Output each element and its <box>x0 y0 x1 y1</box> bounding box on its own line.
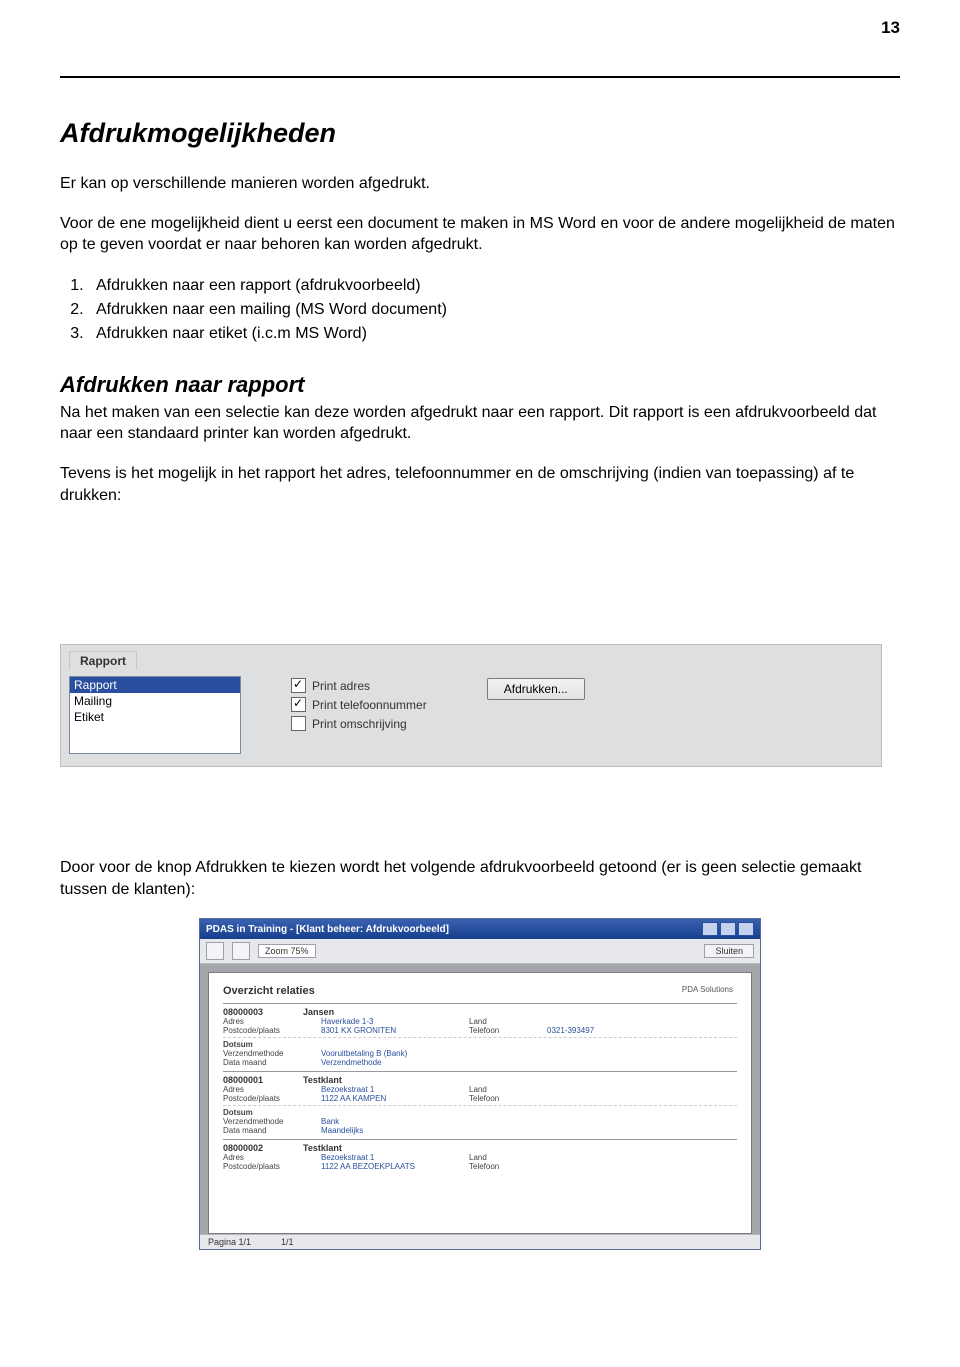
window-titlebar: PDAS in Training - [Klant beheer: Afdruk… <box>200 919 760 939</box>
field-label: Verzendmethode <box>223 1049 303 1058</box>
field-label: Telefoon <box>469 1026 529 1035</box>
checkbox-icon <box>291 697 306 712</box>
checkbox-print-telefoon[interactable]: Print telefoonnummer <box>291 697 427 712</box>
paragraph-after-panel: Door voor de knop Afdrukken te kiezen wo… <box>60 857 900 900</box>
field-value: 1122 AA KAMPEN <box>321 1094 451 1103</box>
field-label: Postcode/plaats <box>223 1162 303 1171</box>
print-icon[interactable] <box>206 942 224 960</box>
list-item: Afdrukken naar etiket (i.c.m MS Word) <box>88 322 900 346</box>
field-value: 0321-393497 <box>547 1026 647 1035</box>
listbox-item[interactable]: Mailing <box>70 693 240 709</box>
field-value <box>547 1094 647 1103</box>
field-value: Vooruitbetaling B (Bank) <box>321 1049 451 1058</box>
field-value <box>547 1153 647 1162</box>
field-value: Bezoekstraat 1 <box>321 1085 451 1094</box>
output-type-listbox[interactable]: Rapport Mailing Etiket <box>69 676 241 754</box>
window-title: PDAS in Training - [Klant beheer: Afdruk… <box>206 924 449 935</box>
field-value: Haverkade 1-3 <box>321 1017 451 1026</box>
intro-paragraph-2: Voor de ene mogelijkheid dient u eerst e… <box>60 213 900 256</box>
report-title: Overzicht relaties <box>223 985 737 997</box>
print-preview-window: PDAS in Training - [Klant beheer: Afdruk… <box>199 918 761 1250</box>
field-label: Verzendmethode <box>223 1117 303 1126</box>
zoom-dropdown[interactable]: Zoom 75% <box>258 944 316 958</box>
section-paragraph-1: Na het maken van een selectie kan deze w… <box>60 402 900 445</box>
close-preview-button[interactable]: Sluiten <box>704 944 754 958</box>
field-label: Telefoon <box>469 1094 529 1103</box>
tab-rapport[interactable]: Rapport <box>69 651 137 670</box>
field-label: Land <box>469 1153 529 1162</box>
status-page-right: 1/1 <box>281 1237 294 1247</box>
page-header-right: PDA Solutions <box>682 985 733 994</box>
listbox-item-selected[interactable]: Rapport <box>70 677 240 693</box>
checkbox-label: Print adres <box>312 679 370 693</box>
record-id: 08000001 <box>223 1075 263 1085</box>
record-name: Testklant <box>303 1143 342 1153</box>
preview-statusbar: Pagina 1/1 1/1 <box>200 1234 760 1249</box>
field-label: Land <box>469 1017 529 1026</box>
field-value: Verzendmethode <box>321 1058 451 1067</box>
print-fields-checkboxes: Print adres Print telefoonnummer Print o… <box>291 678 427 731</box>
field-value: Bank <box>321 1117 451 1126</box>
checkbox-label: Print omschrijving <box>312 717 407 731</box>
intro-paragraph-1: Er kan op verschillende manieren worden … <box>60 173 900 195</box>
checkbox-label: Print telefoonnummer <box>312 698 427 712</box>
report-record: 08000002 Testklant Adres Bezoekstraat 1 … <box>223 1139 737 1175</box>
list-item: Afdrukken naar een rapport (afdrukvoorbe… <box>88 274 900 298</box>
section-paragraph-2: Tevens is het mogelijk in het rapport he… <box>60 463 900 506</box>
print-options-panel: Rapport Rapport Mailing Etiket Print adr… <box>60 644 882 767</box>
checkbox-print-adres[interactable]: Print adres <box>291 678 427 693</box>
record-name: Jansen <box>303 1007 334 1017</box>
field-label: Data maand <box>223 1126 303 1135</box>
sub-heading: Dotsum <box>223 1040 253 1049</box>
record-name: Testklant <box>303 1075 342 1085</box>
listbox-item[interactable]: Etiket <box>70 709 240 725</box>
page-number: 13 <box>881 18 900 38</box>
record-id: 08000002 <box>223 1143 263 1153</box>
sub-heading: Dotsum <box>223 1108 253 1117</box>
field-value <box>547 1017 647 1026</box>
checkbox-icon <box>291 678 306 693</box>
field-label: Adres <box>223 1153 303 1162</box>
field-label: Adres <box>223 1085 303 1094</box>
report-record: 08000003 Jansen Adres Haverkade 1-3 Land… <box>223 1003 737 1071</box>
field-value: 1122 AA BEZOEKPLAATS <box>321 1162 451 1171</box>
field-label: Postcode/plaats <box>223 1094 303 1103</box>
heading-afdrukmogelijkheden: Afdrukmogelijkheden <box>60 118 900 149</box>
report-record: 08000001 Testklant Adres Bezoekstraat 1 … <box>223 1071 737 1139</box>
page-setup-icon[interactable] <box>232 942 250 960</box>
print-options-list: Afdrukken naar een rapport (afdrukvoorbe… <box>88 274 900 346</box>
field-value: 8301 KX GRONITEN <box>321 1026 451 1035</box>
field-label: Data maand <box>223 1058 303 1067</box>
close-icon[interactable] <box>738 922 754 936</box>
maximize-icon[interactable] <box>720 922 736 936</box>
field-value: Maandelijks <box>321 1126 451 1135</box>
list-item: Afdrukken naar een mailing (MS Word docu… <box>88 298 900 322</box>
checkbox-icon <box>291 716 306 731</box>
field-label: Telefoon <box>469 1162 529 1171</box>
status-page-left: Pagina 1/1 <box>208 1237 251 1247</box>
field-value <box>547 1085 647 1094</box>
field-label: Land <box>469 1085 529 1094</box>
field-label: Postcode/plaats <box>223 1026 303 1035</box>
field-value <box>547 1162 647 1171</box>
preview-toolbar: Zoom 75% Sluiten <box>200 939 760 964</box>
top-rule <box>60 76 900 78</box>
record-id: 08000003 <box>223 1007 263 1017</box>
afdrukken-button[interactable]: Afdrukken... <box>487 678 585 700</box>
heading-afdrukken-naar-rapport: Afdrukken naar rapport <box>60 372 900 398</box>
field-value: Bezoekstraat 1 <box>321 1153 451 1162</box>
checkbox-print-omschrijving[interactable]: Print omschrijving <box>291 716 427 731</box>
minimize-icon[interactable] <box>702 922 718 936</box>
preview-canvas: PDA Solutions Overzicht relaties 0800000… <box>200 964 760 1234</box>
preview-page: PDA Solutions Overzicht relaties 0800000… <box>208 972 752 1234</box>
field-label: Adres <box>223 1017 303 1026</box>
